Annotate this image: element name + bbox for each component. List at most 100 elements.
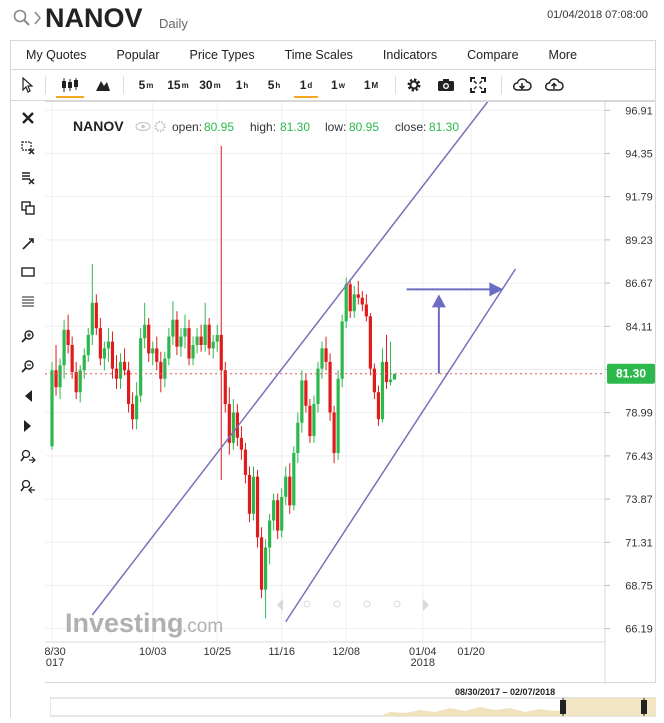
fullscreen-icon[interactable] (465, 70, 491, 100)
zoom-range-out-icon[interactable] (15, 475, 41, 497)
interval-1M[interactable]: 1M (357, 70, 385, 100)
x-tick-label: 12/08 (332, 646, 360, 658)
candle-body (376, 392, 381, 420)
interval-5m[interactable]: 5m (133, 70, 159, 100)
cloud-upload-icon[interactable] (541, 70, 567, 100)
legend-close-label: close: (395, 120, 426, 134)
area-type-icon[interactable] (91, 70, 115, 100)
copy-icon[interactable] (15, 197, 41, 219)
candle-body (98, 328, 102, 359)
candle-body (312, 404, 316, 437)
candle-body (372, 368, 376, 393)
interval-30m[interactable]: 30 m (195, 70, 225, 100)
watermark-brand: Investing (65, 608, 184, 638)
zoom-out-icon[interactable] (15, 355, 41, 377)
candle-body (139, 338, 143, 396)
remove-all-icon[interactable] (15, 167, 41, 189)
search-icon[interactable] (12, 8, 32, 28)
zoom-range-in-icon[interactable] (15, 445, 41, 467)
candle-body (356, 294, 360, 298)
menu-more[interactable]: More (534, 48, 592, 62)
trendline-icon[interactable] (15, 233, 41, 255)
navigator-handle-left[interactable] (560, 698, 566, 716)
close-icon[interactable] (15, 107, 41, 129)
candle-body (171, 319, 175, 337)
candle-body (268, 520, 272, 548)
candle-body (58, 365, 62, 388)
candle-body (344, 284, 348, 322)
candlestick-type-icon[interactable] (53, 70, 87, 100)
range-navigator[interactable]: 08/30/2017 – 02/07/2018 (49, 686, 657, 718)
candle-body (122, 361, 127, 371)
interval-1w[interactable]: 1w (325, 70, 351, 100)
scroll-left-icon[interactable] (15, 385, 41, 407)
candle-body (340, 321, 344, 379)
candles (50, 145, 397, 619)
menu-time-scales[interactable]: Time Scales (270, 48, 368, 62)
candle-body (215, 334, 219, 342)
candle-body (199, 336, 203, 345)
candle-body (183, 328, 187, 337)
quote-datetime: 01/04/2018 07:08:00 (547, 9, 648, 21)
chart-area[interactable]: Investing .com 96.91 94.35 91.79 89.23 86.67… (38, 91, 656, 684)
legend-close-value: 81.30 (429, 120, 459, 134)
gear-icon[interactable] (401, 70, 427, 100)
menu-compare[interactable]: Compare (452, 48, 533, 62)
settings-small-icon[interactable] (154, 120, 166, 133)
candle-body (276, 500, 280, 531)
navigator-handle-right[interactable] (641, 698, 647, 716)
interval-15m[interactable]: 15 m (163, 70, 193, 100)
watermark-suffix: .com (182, 616, 223, 637)
scroll-right-icon[interactable] (15, 415, 41, 437)
legend-symbol: NANOV (73, 118, 124, 134)
y-tick-label: 89.23 (625, 235, 653, 247)
menu-indicators[interactable]: Indicators (368, 48, 452, 62)
target-arrow-head (489, 282, 504, 297)
chevron-right-icon[interactable] (34, 11, 42, 25)
y-tick-label: 73.87 (625, 494, 653, 506)
candle-body (191, 345, 195, 359)
candle-body (324, 348, 328, 362)
candle-body (135, 395, 139, 420)
candle-body (106, 341, 111, 349)
cursor-icon[interactable] (15, 70, 39, 100)
candle-body (247, 474, 252, 514)
candle-body (380, 361, 385, 420)
target-arrow-up-head (431, 294, 446, 308)
candle-body (175, 319, 179, 347)
select-remove-icon[interactable] (15, 137, 41, 159)
ticker-title: NANOV (45, 3, 143, 33)
menu-price-types[interactable]: Price Types (175, 48, 270, 62)
interval-1h[interactable]: 1h (229, 70, 255, 100)
y-tick-label: 78.99 (625, 408, 653, 420)
legend-high-label: high: (250, 120, 276, 134)
menu-popular[interactable]: Popular (101, 48, 174, 62)
candle-body (219, 334, 223, 371)
price-chart[interactable]: Investing .com 96.91 94.35 91.79 89.23 86.67… (38, 91, 656, 684)
candle-body (118, 361, 123, 379)
x-tick-label: 11/16 (268, 646, 295, 658)
camera-icon[interactable] (433, 70, 459, 100)
candle-body (195, 336, 199, 345)
candle-body (388, 379, 393, 383)
candle-body (364, 304, 368, 317)
rectangle-icon[interactable] (15, 261, 41, 283)
zoom-in-icon[interactable] (15, 325, 41, 347)
fibonacci-icon[interactable] (15, 291, 41, 313)
y-tick-label: 96.91 (625, 105, 653, 117)
menu-my-quotes[interactable]: My Quotes (11, 48, 101, 62)
y-tick-label: 71.31 (625, 537, 653, 549)
interval-1d[interactable]: 1d (291, 70, 321, 100)
candle-body (50, 370, 54, 447)
cloud-download-icon[interactable] (509, 70, 535, 100)
channel-lower-line (285, 268, 517, 623)
candle-body (167, 336, 171, 359)
menu-bar: My Quotes Popular Price Types Time Scale… (10, 40, 656, 69)
candle-body (272, 500, 276, 521)
candle-body (179, 336, 183, 347)
interval-5h[interactable]: 5h (261, 70, 287, 100)
candle-body (94, 302, 98, 329)
eye-icon[interactable] (135, 121, 151, 132)
candle-body (203, 324, 207, 345)
candle-body (159, 361, 163, 379)
